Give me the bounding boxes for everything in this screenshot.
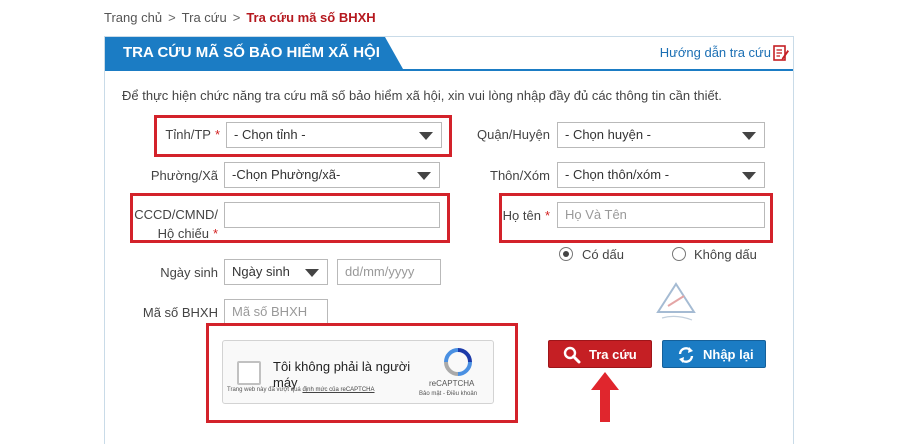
breadcrumb-lookup[interactable]: Tra cứu [182, 10, 227, 25]
breadcrumb-separator: > [168, 10, 176, 25]
radio-unaccented[interactable] [672, 247, 686, 261]
chevron-down-icon [742, 172, 756, 180]
search-button-label: Tra cứu [589, 347, 637, 362]
search-button[interactable]: Tra cứu [548, 340, 652, 368]
hamlet-select-value: - Chọn thôn/xóm - [565, 167, 670, 182]
search-icon [563, 346, 581, 364]
panel-header: TRA CỨU MÃ SỐ BẢO HIỂM XÃ HỘI Hướng dẫn … [105, 37, 793, 71]
panel-title: TRA CỨU MÃ SỐ BẢO HIỂM XÃ HỘI [105, 37, 403, 69]
reset-button[interactable]: Nhập lại [662, 340, 766, 368]
district-select-value: - Chọn huyện - [565, 127, 651, 142]
birth-date-input[interactable]: dd/mm/yyyy [337, 259, 441, 285]
ward-select[interactable]: -Chọn Phường/xã- [224, 162, 440, 188]
breadcrumb-current: Tra cứu mã số BHXH [246, 10, 376, 25]
ward-label: Phường/Xã [150, 168, 218, 183]
district-label: Quận/Huyện [477, 127, 550, 142]
radio-accented[interactable] [559, 247, 573, 261]
arrow-up-icon [591, 372, 619, 422]
hamlet-label: Thôn/Xóm [490, 168, 550, 183]
bhxh-code-label: Mã số BHXH [142, 305, 218, 320]
birth-date-type-select[interactable]: Ngày sinh [224, 259, 328, 285]
radio-accented-label[interactable]: Có dấu [582, 247, 624, 262]
reset-button-label: Nhập lại [703, 347, 754, 362]
highlight-box-id-card [130, 193, 450, 243]
radio-unaccented-label[interactable]: Không dấu [694, 247, 757, 262]
breadcrumb: Trang chủ > Tra cứu > Tra cứu mã số BHXH [104, 10, 376, 25]
chevron-down-icon [305, 269, 319, 277]
hamlet-select[interactable]: - Chọn thôn/xóm - [557, 162, 765, 188]
bhxh-code-input[interactable]: Mã số BHXH [224, 299, 328, 325]
breadcrumb-home[interactable]: Trang chủ [104, 10, 162, 25]
edit-document-icon[interactable] [773, 44, 789, 62]
breadcrumb-separator: > [232, 10, 241, 25]
chevron-down-icon [742, 132, 756, 140]
ward-select-value: -Chọn Phường/xã- [232, 167, 341, 182]
watermark-logo-icon [656, 282, 696, 321]
district-select[interactable]: - Chọn huyện - [557, 122, 765, 148]
birth-date-label: Ngày sinh [160, 265, 218, 280]
birth-date-type-value: Ngày sinh [232, 264, 290, 279]
chevron-down-icon [417, 172, 431, 180]
intro-text: Để thực hiện chức năng tra cứu mã số bảo… [122, 88, 722, 103]
highlight-box-full-name [499, 193, 773, 243]
highlight-box-captcha [206, 323, 518, 423]
highlight-box-province [154, 115, 452, 157]
refresh-icon [678, 347, 694, 363]
guide-link[interactable]: Hướng dẫn tra cứu [660, 45, 771, 60]
